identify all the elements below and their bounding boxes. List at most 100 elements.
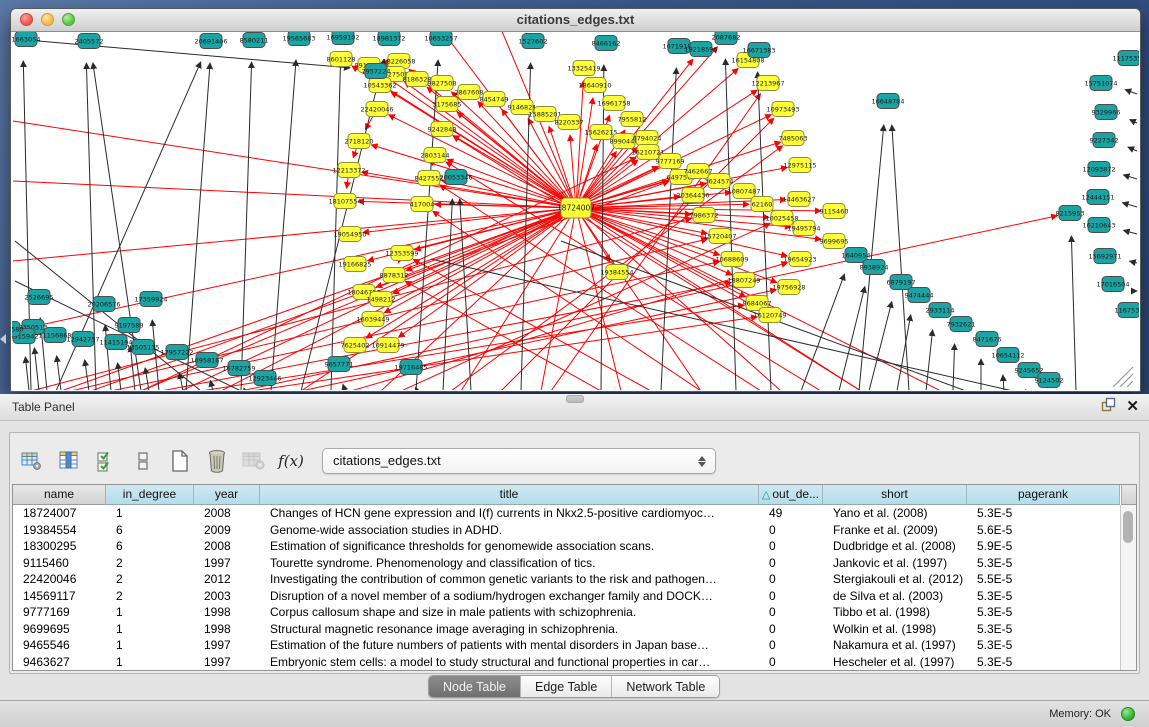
graph-node-label: 9474444 (905, 291, 934, 299)
column-header-title[interactable]: title (260, 485, 759, 505)
graph-node-label: 2087682 (712, 33, 741, 41)
graph-node-label: 19218596 (684, 45, 717, 53)
table-row[interactable]: 1938455462009Genome-wide association stu… (13, 522, 1136, 539)
column-header-name[interactable]: name (13, 485, 106, 505)
graph-edge (1124, 230, 1137, 234)
table-cell: 5.3E-5 (967, 654, 1120, 671)
table-cell: 1998 (194, 604, 260, 621)
graph-node-label: 10654112 (991, 351, 1024, 359)
table-toolbar: f(x) citations_edges.txt (18, 444, 716, 478)
graph-node-label: 7485063 (779, 134, 808, 142)
resize-grip-icon[interactable] (1120, 374, 1133, 387)
graph-node-label: 10025458 (765, 214, 798, 222)
function-builder-icon[interactable]: f(x) (277, 447, 305, 475)
table-cell: 0 (759, 621, 823, 638)
graph-node-label: 14463627 (782, 195, 815, 203)
column-header-out_de[interactable]: △out_de... (759, 485, 823, 505)
table-row[interactable]: 1872400712008Changes of HCN gene express… (13, 505, 1136, 522)
resize-grip-icon[interactable] (1127, 381, 1133, 387)
table-cell: de Silva et al. (2003) (823, 588, 967, 605)
graph-edge (725, 59, 736, 390)
graph-node-label: 3175685 (433, 100, 462, 108)
row-height-icon[interactable] (129, 447, 157, 475)
window-titlebar[interactable]: citations_edges.txt (11, 9, 1140, 32)
graph-node-label: 15626215 (584, 128, 617, 136)
table-panel-titlebar[interactable]: Table Panel ✕ (0, 394, 1149, 421)
panel-divider-handle[interactable] (566, 395, 584, 403)
table-cell: 5.9E-5 (967, 538, 1120, 555)
table-cell: 1997 (194, 654, 260, 671)
graph-node-label: 10914479 (371, 341, 404, 349)
new-column-icon[interactable] (166, 447, 194, 475)
graph-edge (869, 302, 892, 390)
memory-ok-indicator-icon (1121, 707, 1135, 721)
graph-node-label: 10973493 (766, 105, 799, 113)
table-cell: 5.3E-5 (967, 555, 1120, 572)
graph-edge (251, 317, 757, 390)
graph-node-label: 9777169 (656, 157, 685, 165)
graph-node-label: 9197588 (115, 321, 144, 329)
graph-node-label: 2933114 (926, 306, 955, 314)
table-row[interactable]: 969969511998Structural magnetic resonanc… (13, 621, 1136, 638)
table-cell: Genome-wide association studies in ADHD. (260, 522, 759, 539)
graph-node-label: 7986372 (690, 211, 719, 219)
table-row[interactable]: 1456911722003Disruption of a novel membe… (13, 588, 1136, 605)
tab-node-table[interactable]: Node Table (429, 676, 521, 697)
table-row[interactable]: 2242004622012Investigating the contribut… (13, 571, 1136, 588)
column-header-in_degree[interactable]: in_degree (106, 485, 194, 505)
scrollbar-thumb[interactable] (1123, 511, 1133, 543)
table-cell: 5.3E-5 (967, 621, 1120, 638)
table-cell: Jankovic et al. (1997) (823, 555, 967, 572)
graph-edge (15, 241, 201, 390)
graph-node-label: 19495794 (787, 224, 820, 232)
graph-node-label: 19384554 (600, 268, 633, 276)
graph-edge (371, 145, 576, 208)
graph-node-label: 18226058 (382, 57, 415, 65)
table-row[interactable]: 946554611997Estimation of the future num… (13, 637, 1136, 654)
graph-node-label: 9329966 (1092, 108, 1121, 116)
table-row[interactable]: 946362711997Embryonic stem cells: a mode… (13, 654, 1136, 671)
network-canvas[interactable]: 1872400786011288912954182260589827509105… (12, 32, 1139, 390)
status-bar: Memory: OK (0, 700, 1149, 727)
column-header-pagerank[interactable]: pagerank (967, 485, 1120, 505)
table-cell: 0 (759, 604, 823, 621)
show-columns-icon[interactable] (55, 447, 83, 475)
float-panel-icon[interactable] (1101, 397, 1116, 417)
graph-node-label: 6879197 (887, 278, 916, 286)
panel-collapse-arrow[interactable] (0, 334, 6, 344)
graph-edge (343, 384, 345, 390)
column-header-year[interactable]: year (194, 485, 260, 505)
graph-node-label: 15692971 (1088, 252, 1121, 260)
table-vertical-scrollbar[interactable] (1120, 505, 1136, 670)
graph-node-label: 9699695 (820, 237, 849, 245)
table-cell: Stergiakouli et al. (2012) (823, 571, 967, 588)
graph-node-label: 15885201 (528, 110, 561, 118)
network-window[interactable]: citations_edges.txt 18724007860112889129… (10, 8, 1141, 392)
table-selector-value: citations_edges.txt (333, 453, 441, 468)
table-row[interactable]: 977716911998Corpus callosum shape and si… (13, 604, 1136, 621)
graph-edge (1071, 236, 1076, 390)
table-cell: 2008 (194, 505, 260, 522)
table-tab-bar: Node TableEdge TableNetwork Table (0, 675, 1149, 700)
table-cell: 5.3E-5 (967, 604, 1120, 621)
node-table[interactable]: namein_degreeyeartitle△out_de...shortpag… (12, 484, 1137, 671)
column-header-short[interactable]: short (823, 485, 967, 505)
graph-node-label: 1167537 (1115, 306, 1139, 314)
selection-mode-icon[interactable] (92, 447, 120, 475)
tab-edge-table[interactable]: Edge Table (521, 676, 612, 697)
delete-columns-icon[interactable] (203, 447, 231, 475)
close-panel-icon[interactable]: ✕ (1126, 398, 1139, 416)
table-cell: 5.3E-5 (967, 588, 1120, 605)
delete-table-icon[interactable] (240, 447, 268, 475)
dropdown-stepper-icon (697, 452, 707, 470)
graph-node-label: 19716485 (394, 363, 427, 371)
table-settings-icon[interactable] (18, 447, 46, 475)
table-row[interactable]: 1830029562008Estimation of significance … (13, 538, 1136, 555)
graph-edge (1125, 90, 1137, 94)
graph-node-label: 2526695 (25, 293, 54, 301)
table-selector-dropdown[interactable]: citations_edges.txt (322, 448, 716, 474)
table-cell: 0 (759, 522, 823, 539)
tab-network-table[interactable]: Network Table (612, 676, 719, 697)
table-row[interactable]: 911546021997Tourette syndrome. Phenomeno… (13, 555, 1136, 572)
table-cell: 1 (106, 637, 194, 654)
